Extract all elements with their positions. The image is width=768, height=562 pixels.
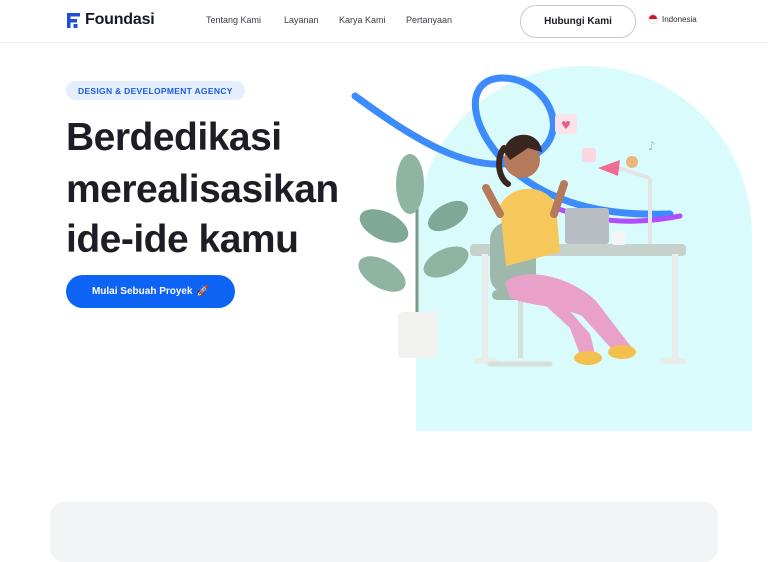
headline-line-1: Berdedikasi [66,116,282,159]
bird [626,156,638,168]
content-card [50,502,718,562]
plant [358,154,469,358]
nav-layanan[interactable]: Layanan [284,15,319,25]
rocket-icon: 🚀 [196,286,210,297]
nav-tentang-kami[interactable]: Tentang Kami [206,15,261,25]
language-label: Indonesia [662,14,697,24]
contact-button[interactable]: Hubungi Kami [520,5,636,38]
heart-bubble-small [582,148,596,162]
nav-karya-kami[interactable]: Karya Kami [339,15,386,25]
indonesia-flag-icon [648,14,658,24]
foundasi-logo-icon [67,12,80,28]
headline-line-2: merealisasikan [66,168,339,211]
start-project-button[interactable]: Mulai Sebuah Proyek 🚀 [66,275,235,308]
cta-label: Mulai Sebuah Proyek [91,286,193,297]
site-header: Foundasi Tentang Kami Layanan Karya Kami… [0,0,768,43]
cup [612,231,626,245]
language-selector[interactable]: Indonesia [648,14,697,24]
brand-logo[interactable]: Foundasi [66,11,155,29]
headline-line-3: ide-ide kamu [66,218,299,261]
hero-illustration: ♥ ♪ [351,74,686,367]
brand-name: Foundasi [85,11,155,28]
laptop [565,208,609,244]
svg-text:♪: ♪ [648,139,656,153]
agency-badge: DESIGN & DEVELOPMENT AGENCY [66,81,245,100]
nav-pertanyaan[interactable]: Pertanyaan [406,15,452,25]
svg-text:♥: ♥ [561,119,571,132]
